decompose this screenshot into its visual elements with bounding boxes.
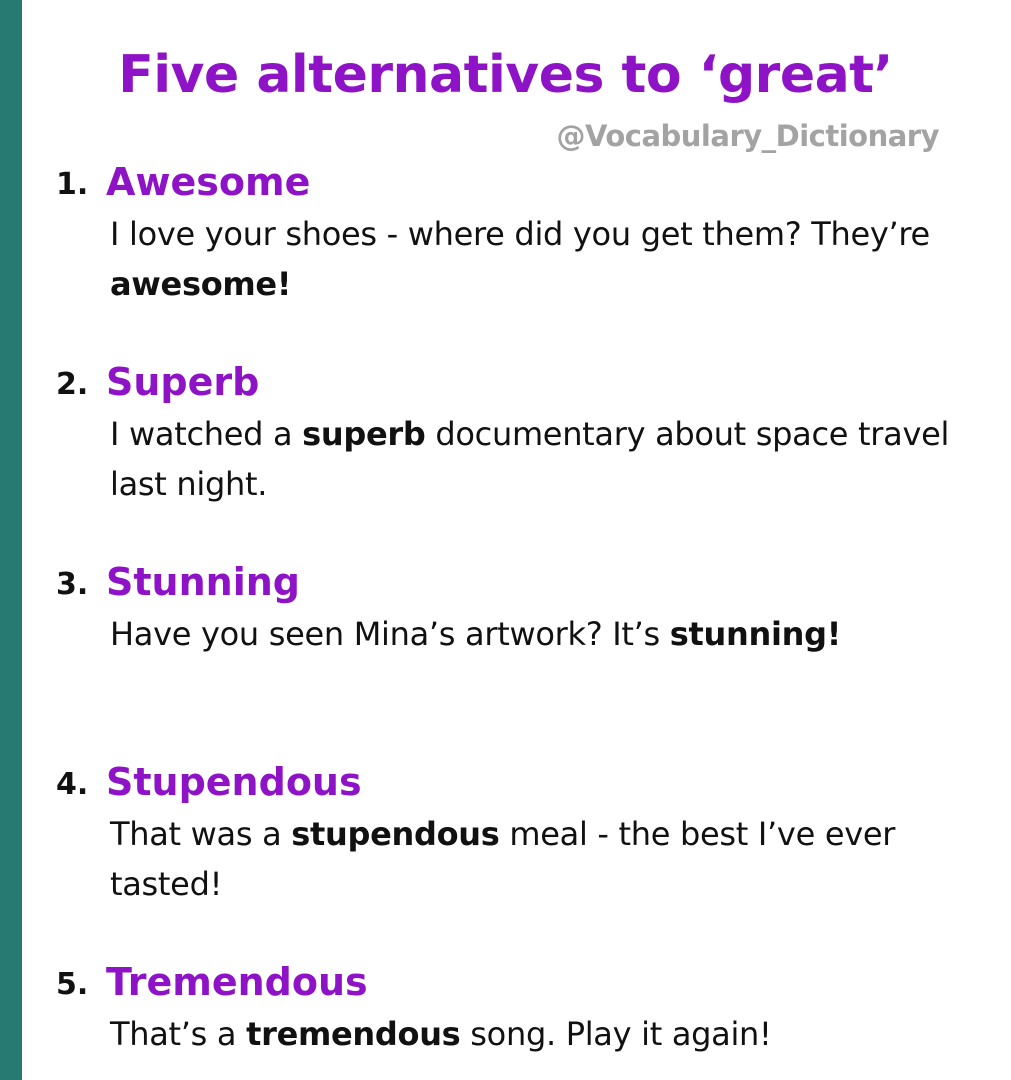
entry-example: That was a stupendous meal - the best I’…: [110, 809, 990, 909]
entry-example: Have you seen Mina’s artwork? It’s stunn…: [110, 609, 990, 659]
example-text: I love your shoes - where did you get th…: [110, 215, 930, 253]
entry-heading: 1. Awesome: [0, 157, 1011, 209]
highlighted-word: awesome!: [110, 265, 292, 303]
word-list: 1. Awesome I love your shoes - where did…: [0, 0, 1011, 1080]
highlighted-word: tremendous: [246, 1015, 461, 1053]
example-text: song. Play it again!: [460, 1015, 772, 1053]
list-item: 3. Stunning Have you seen Mina’s artwork…: [0, 557, 1011, 653]
entry-example: I love your shoes - where did you get th…: [110, 209, 990, 309]
list-item: 1. Awesome I love your shoes - where did…: [0, 157, 1011, 303]
entry-word: Stupendous: [106, 760, 362, 804]
example-text: That’s a: [110, 1015, 247, 1053]
entry-word: Stunning: [106, 560, 300, 604]
highlighted-word: superb: [302, 415, 426, 453]
entry-number: 3.: [56, 567, 89, 602]
entry-word: Tremendous: [106, 960, 368, 1004]
entry-number: 2.: [56, 367, 89, 402]
entry-example: I watched a superb documentary about spa…: [110, 409, 990, 509]
entry-heading: 4. Stupendous: [0, 757, 1011, 809]
list-item: 4. Stupendous That was a stupendous meal…: [0, 757, 1011, 903]
entry-heading: 5. Tremendous: [0, 957, 1011, 1009]
entry-number: 4.: [56, 767, 89, 802]
entry-heading: 3. Stunning: [0, 557, 1011, 609]
entry-word: Awesome: [106, 160, 311, 204]
entry-number: 1.: [56, 167, 89, 202]
example-text: I watched a: [110, 415, 303, 453]
example-text: Have you seen Mina’s artwork? It’s: [110, 615, 670, 653]
highlighted-word: stunning!: [669, 615, 842, 653]
list-item: 5. Tremendous That’s a tremendous song. …: [0, 957, 1011, 1053]
highlighted-word: stupendous: [291, 815, 500, 853]
entry-number: 5.: [56, 967, 89, 1002]
example-text: That was a: [110, 815, 292, 853]
entry-word: Superb: [106, 360, 260, 404]
list-item: 2. Superb I watched a superb documentary…: [0, 357, 1011, 503]
entry-example: That’s a tremendous song. Play it again!: [110, 1009, 990, 1059]
entry-heading: 2. Superb: [0, 357, 1011, 409]
